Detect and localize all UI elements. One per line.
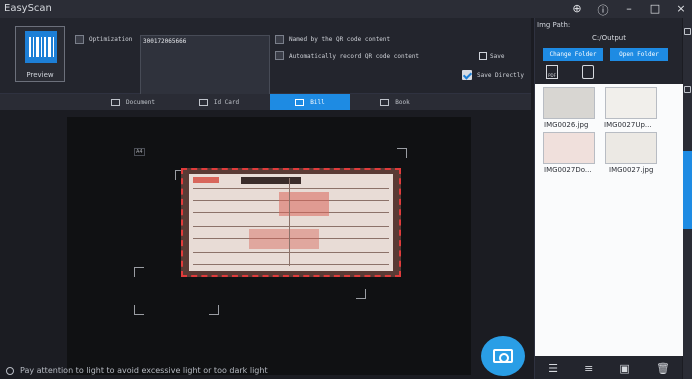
side-strip [683,18,692,379]
print-icon[interactable] [582,65,594,79]
tab-id-card[interactable]: Id Card [182,94,256,110]
document-icon [111,98,121,106]
frame-corner [134,305,144,315]
save-icon [479,52,487,60]
thumbnail-label: IMG0027Up... [604,121,652,129]
frame-corner [209,305,219,315]
options-panel: Preview Optimization 300172065666 Named … [0,18,531,99]
capture-button[interactable] [481,336,525,376]
thumbnail[interactable] [605,87,657,119]
open-folder-button[interactable]: Open Folder [610,48,668,61]
auto-record-checkbox[interactable] [275,51,284,60]
window-controls: ⊕ ⓘ – □ × [570,2,688,18]
copy-icon[interactable]: ▣ [619,362,629,375]
tab-document[interactable]: Document [96,94,170,110]
optimization-checkbox[interactable] [75,35,84,44]
globe-icon[interactable]: ⊕ [570,2,584,18]
save-directly-checkbox[interactable] [462,70,472,80]
paper-size-label: A4 [134,148,145,156]
named-by-qr-label: Named by the QR code content [289,36,391,43]
img-path-label: Img Path: [537,21,571,29]
delete-icon[interactable]: 🗑 [656,362,670,375]
thumbnail[interactable] [543,87,595,119]
mode-tabs: Document Id Card Bill Book [0,94,531,110]
frame-corner [134,267,144,277]
change-folder-button[interactable]: Change Folder [543,48,603,61]
output-path: C:/Output [592,34,626,42]
tab-book[interactable]: Book [358,94,432,110]
side-tab-active[interactable] [683,151,692,229]
side-icon[interactable] [684,86,691,93]
thumbnail-label: IMG0027.jpg [609,166,654,174]
auto-record-label: Automatically record QR code content [289,53,420,60]
status-bar: Pay attention to light to avoid excessiv… [6,366,268,375]
save-label: Save [490,52,505,60]
thumbnail[interactable] [543,132,595,164]
close-icon[interactable]: × [674,2,688,18]
thumbnail-label: IMG0026.jpg [544,121,589,129]
frame-corner [397,148,407,158]
preview-label: Preview [26,71,54,79]
save-button[interactable]: Save [479,52,504,60]
select-all-icon[interactable]: ☰ [548,362,558,375]
bill-image [189,174,393,271]
frame-corner [356,289,366,299]
title-bar: EasyScan ⊕ ⓘ – □ × [0,0,692,18]
named-by-qr-checkbox[interactable] [275,35,284,44]
minimize-icon[interactable]: – [622,2,636,18]
pdf-icon[interactable]: PDF [546,65,558,79]
save-directly-label: Save Directly [477,72,524,79]
side-icon[interactable] [684,28,691,35]
preview-box[interactable]: Preview [15,26,65,82]
id-card-icon [198,98,208,106]
book-icon [380,98,390,106]
qr-content-field[interactable]: 300172065666 [140,35,270,99]
barcode-icon [295,98,305,106]
list-icon[interactable]: ≡ [584,362,593,375]
output-toolbar: ☰ ≡ ▣ 🗑 [535,358,683,379]
scanned-document [181,168,401,277]
tab-bill[interactable]: Bill [270,94,350,110]
camera-icon [493,349,513,363]
thumbnail[interactable] [605,132,657,164]
thumbnail-list: IMG0026.jpg IMG0027Up... IMG0027Do... IM… [535,84,683,356]
thumbnail-label: IMG0027Do... [544,166,592,174]
info-icon[interactable]: ⓘ [596,2,610,18]
app-title: EasyScan [4,3,52,14]
maximize-icon[interactable]: □ [648,2,662,18]
barcode-icon [25,31,57,63]
scan-preview: A4 [67,117,471,375]
output-panel: Img Path: C:/Output Change Folder Open F… [534,18,683,379]
optimization-label: Optimization [89,36,133,43]
hint-icon [6,366,14,375]
status-message: Pay attention to light to avoid excessiv… [20,366,268,375]
